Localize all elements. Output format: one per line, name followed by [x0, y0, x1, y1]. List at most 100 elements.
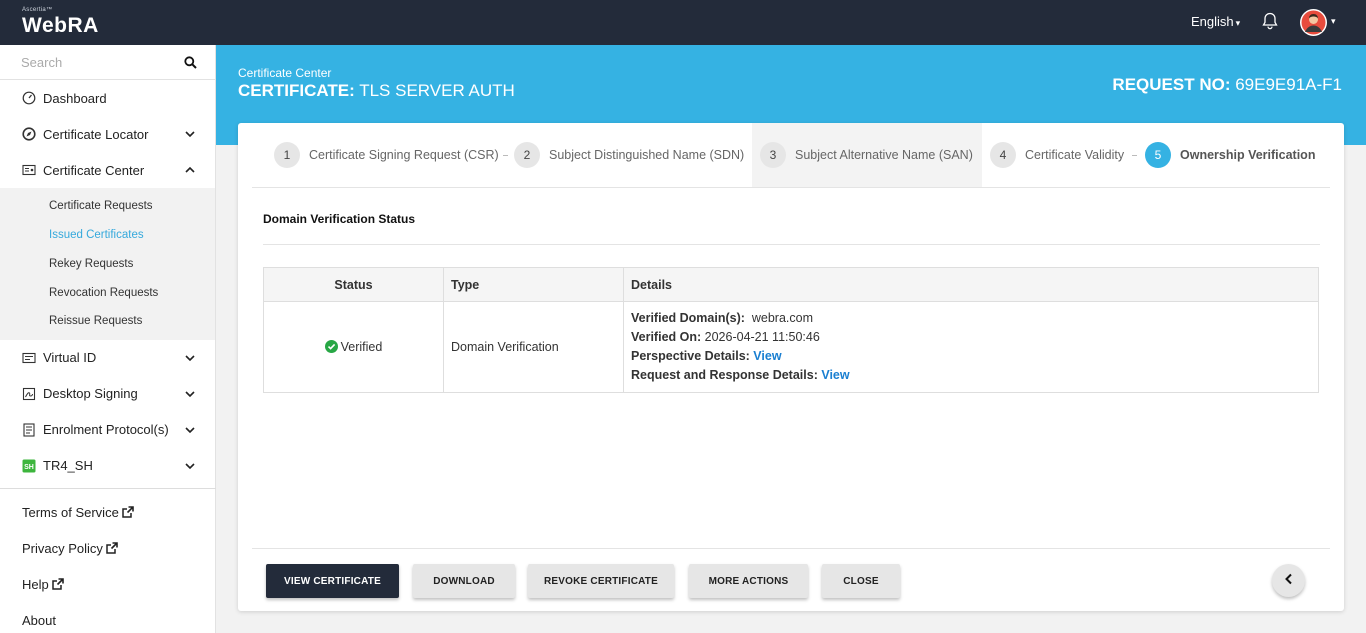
step-label: Certificate Validity — [1025, 148, 1125, 162]
status-badge: Verified — [324, 339, 383, 354]
privacy-policy-link[interactable]: Privacy Policy — [0, 530, 216, 566]
step-number: 1 — [274, 142, 300, 168]
request-response-details-view-link[interactable]: View — [821, 368, 849, 382]
chevron-down-icon[interactable] — [184, 424, 196, 439]
search-input[interactable] — [0, 45, 170, 79]
request-response-details-line: Request and Response Details: View — [631, 366, 1318, 385]
chevron-down-icon[interactable] — [184, 388, 196, 403]
perspective-details-view-link[interactable]: View — [753, 349, 781, 363]
footer-link-label: Terms of Service — [22, 504, 119, 520]
request-number: REQUEST NO: 69E9E91A-F1 — [1112, 75, 1342, 95]
page-title: CERTIFICATE: TLS SERVER AUTH — [238, 81, 515, 101]
verified-domains-line: Verified Domain(s): webra.com — [631, 309, 1318, 328]
status-text: Verified — [340, 339, 383, 354]
chevron-up-icon[interactable] — [184, 164, 196, 179]
step-number: 5 — [1145, 142, 1171, 168]
user-avatar[interactable] — [1300, 9, 1327, 36]
verified-on-value: 2026-04-21 11:50:46 — [704, 330, 820, 344]
section-divider — [263, 244, 1320, 245]
brand-trademark: Ascertia™ — [22, 7, 53, 13]
external-link-icon — [106, 542, 118, 554]
certificate-card: 1 Certificate Signing Request (CSR) 2 Su… — [238, 123, 1344, 611]
sidebar-subitem-reissue-requests[interactable]: Reissue Requests — [0, 307, 215, 336]
step-csr[interactable]: 1 Certificate Signing Request (CSR) — [274, 123, 499, 187]
step-separator — [1132, 155, 1137, 156]
sidebar-divider — [0, 488, 216, 489]
sidebar-item-certificate-locator[interactable]: Certificate Locator — [0, 116, 215, 152]
chevron-down-icon[interactable] — [184, 460, 196, 475]
step-ownership-verification[interactable]: 5 Ownership Verification — [1145, 123, 1315, 187]
caret-down-icon: ▾ — [1235, 18, 1241, 28]
footer-link-label: Help — [22, 576, 49, 592]
language-selector[interactable]: English ▾ — [1191, 14, 1240, 29]
sidebar-item-tr4-sh[interactable]: SH TR4_SH — [0, 448, 215, 484]
download-button[interactable]: DOWNLOAD — [413, 564, 515, 598]
protocol-icon — [22, 423, 36, 437]
domain-verification-table: Status Type Details Verified Domain Veri… — [263, 267, 1319, 393]
top-bar: Ascertia™ WebRA English ▾ ▾ — [0, 0, 1366, 45]
step-label: Ownership Verification — [1180, 148, 1316, 162]
sidebar-item-virtual-id[interactable]: Virtual ID — [0, 340, 215, 376]
revoke-certificate-button[interactable]: REVOKE CERTIFICATE — [528, 564, 674, 598]
verified-domains-value: webra.com — [751, 311, 814, 325]
verified-domains-label: Verified Domain(s): — [631, 311, 745, 325]
sidebar-subitem-certificate-requests[interactable]: Certificate Requests — [0, 192, 215, 221]
sidebar-item-label: Certificate Locator — [43, 126, 149, 142]
step-label: Subject Distinguished Name (SDN) — [549, 148, 745, 162]
chevron-down-icon[interactable] — [184, 128, 196, 143]
sidebar-subitem-issued-certificates[interactable]: Issued Certificates — [0, 221, 215, 250]
back-button[interactable] — [1272, 564, 1305, 597]
footer-link-label: Privacy Policy — [22, 540, 103, 556]
sidebar-item-label: Certificate Center — [43, 162, 145, 178]
step-separator — [503, 155, 508, 156]
sidebar-item-label: TR4_SH — [43, 458, 93, 474]
id-card-icon — [22, 351, 36, 365]
step-sdn[interactable]: 2 Subject Distinguished Name (SDN) — [514, 123, 744, 187]
column-header-details: Details — [623, 267, 1319, 302]
about-link[interactable]: About — [0, 602, 216, 633]
sidebar-search — [0, 45, 215, 80]
sidebar-item-enrolment-protocols[interactable]: Enrolment Protocol(s) — [0, 412, 215, 448]
actions-divider — [252, 548, 1330, 549]
help-link[interactable]: Help — [0, 566, 216, 602]
step-certificate-validity[interactable]: 4 Certificate Validity — [990, 123, 1124, 187]
footer-link-label: About — [22, 612, 56, 628]
stepper: 1 Certificate Signing Request (CSR) 2 Su… — [252, 123, 1330, 188]
sidebar-subitem-revocation-requests[interactable]: Revocation Requests — [0, 278, 215, 307]
breadcrumb: Certificate Center — [238, 66, 332, 80]
step-san[interactable]: 3 Subject Alternative Name (SAN) — [752, 123, 982, 187]
external-link-icon — [122, 506, 134, 518]
webra-logo[interactable]: Ascertia™ WebRA — [22, 7, 99, 38]
type-cell: Domain Verification — [443, 301, 624, 393]
sidebar-item-label: Enrolment Protocol(s) — [43, 422, 169, 438]
more-actions-button[interactable]: MORE ACTIONS — [689, 564, 808, 598]
sidebar-item-label: Virtual ID — [43, 350, 97, 366]
close-button[interactable]: CLOSE — [822, 564, 900, 598]
search-icon[interactable] — [184, 56, 197, 74]
page-title-value: TLS SERVER AUTH — [354, 81, 515, 100]
step-number: 4 — [990, 142, 1016, 168]
step-number: 3 — [760, 142, 786, 168]
page-title-prefix: CERTIFICATE: — [238, 81, 355, 100]
svg-text:SH: SH — [24, 464, 34, 471]
step-number: 2 — [514, 142, 540, 168]
language-label: English — [1191, 14, 1234, 29]
terms-of-service-link[interactable]: Terms of Service — [0, 494, 216, 530]
sidebar-item-desktop-signing[interactable]: Desktop Signing — [0, 376, 215, 412]
table-row: Verified Domain Verification Verified Do… — [263, 301, 1319, 393]
verified-on-label: Verified On: — [631, 330, 702, 344]
notification-bell-icon[interactable] — [1260, 11, 1280, 36]
certificate-icon — [22, 163, 36, 177]
avatar-caret-icon[interactable]: ▾ — [1331, 16, 1336, 27]
sh-badge-icon: SH — [22, 459, 36, 473]
chevron-left-icon — [1284, 572, 1294, 590]
chevron-down-icon[interactable] — [184, 352, 196, 367]
sidebar-item-certificate-center[interactable]: Certificate Center — [0, 152, 215, 188]
sidebar-item-label: Desktop Signing — [43, 386, 138, 402]
sidebar-item-dashboard[interactable]: Dashboard — [0, 80, 215, 116]
view-certificate-button[interactable]: VIEW CERTIFICATE — [266, 564, 399, 598]
section-title: Domain Verification Status — [263, 212, 416, 226]
external-link-icon — [52, 578, 64, 590]
sidebar-subitem-rekey-requests[interactable]: Rekey Requests — [0, 250, 215, 279]
request-number-label: REQUEST NO: — [1112, 75, 1231, 94]
